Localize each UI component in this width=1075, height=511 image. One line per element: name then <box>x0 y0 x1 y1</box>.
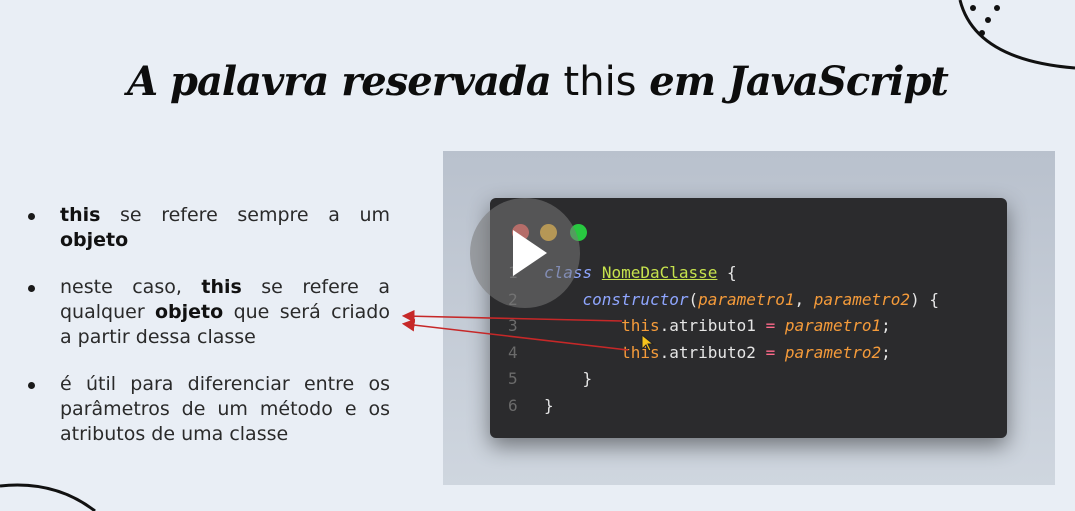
code-line: 4 this.atributo2 = parametro2; <box>508 342 891 362</box>
code-line: 5 } <box>508 369 593 388</box>
bullet-list: this se refere sempre a um objeto neste … <box>22 203 390 469</box>
title-part-3: em JavaScript <box>649 58 949 105</box>
title-part-1: A palavra reservada <box>127 58 552 105</box>
code-line: 3 this.atributo1 = parametro1; <box>508 316 891 335</box>
play-icon[interactable] <box>470 198 580 308</box>
mouse-cursor-icon <box>641 334 655 352</box>
code-line: 2 constructor(parametro1, parametro2) { <box>508 289 939 309</box>
bullet-item: neste caso, this se refere a qualquer ob… <box>22 275 390 350</box>
bullet-item: é útil para diferenciar entre os parâmet… <box>22 372 390 447</box>
code-block: 1class NomeDaClasse {2 constructor(param… <box>508 260 939 419</box>
corner-decoration-bottom-left <box>0 483 96 511</box>
code-line: 6} <box>508 395 554 415</box>
bullet-item: this se refere sempre a um objeto <box>22 203 390 253</box>
title-part-2: this <box>563 59 637 105</box>
page-title: A palavra reservada this em JavaScript <box>0 58 1075 105</box>
